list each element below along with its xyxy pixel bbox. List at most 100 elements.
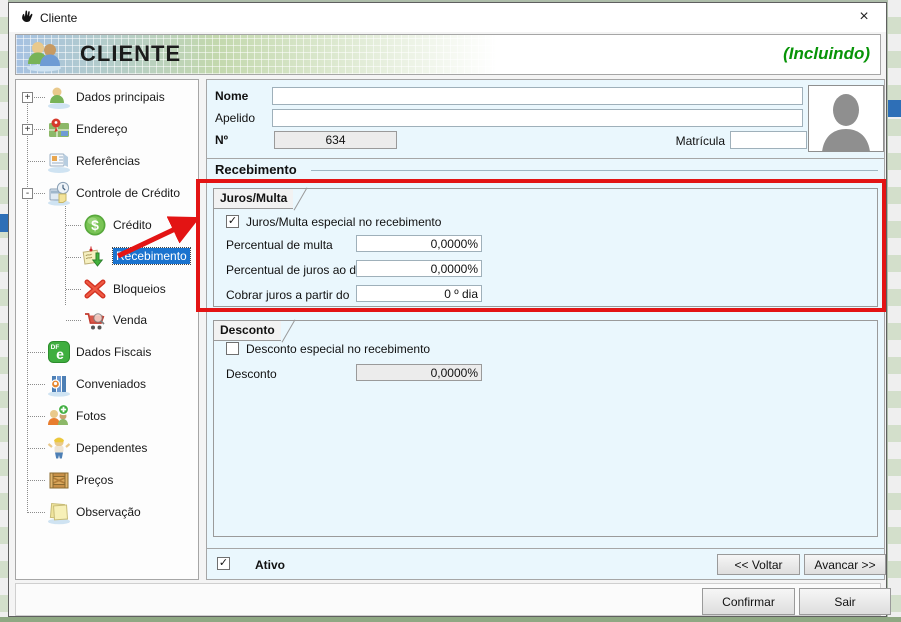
svg-text:e: e: [56, 346, 64, 362]
mode-badge: (Incluindo): [783, 44, 870, 64]
note-download-icon: [82, 244, 108, 270]
close-button[interactable]: ×: [848, 5, 880, 29]
background-app-strip: [0, 617, 901, 622]
collapse-toggle-icon[interactable]: -: [22, 188, 33, 199]
identity-form: Nome Apelido Nº Matrícula: [207, 80, 884, 159]
matricula-label: Matrícula: [659, 134, 725, 148]
sidebar-item-recebimento[interactable]: Recebimento: [16, 241, 198, 273]
avatar-silhouette-icon: [809, 86, 883, 151]
sidebar-item-bloqueios[interactable]: Bloqueios: [16, 273, 198, 305]
cobrar-juros-input[interactable]: [356, 285, 482, 302]
sidebar-item-label: Preços: [76, 473, 113, 487]
sidebar-item-observacao[interactable]: Observação: [16, 496, 198, 528]
sidebar-item-endereco[interactable]: + Endereço: [16, 113, 198, 145]
page-title: CLIENTE: [80, 41, 181, 67]
red-x-icon: [82, 276, 108, 302]
sidebar-item-dados-principais[interactable]: + Dados principais: [16, 81, 198, 113]
matricula-input[interactable]: [730, 131, 807, 149]
numero-field: [274, 131, 397, 149]
nome-label: Nome: [215, 89, 248, 103]
expand-toggle-icon[interactable]: +: [22, 92, 33, 103]
map-icon: [46, 116, 72, 142]
sidebar-item-label: Referências: [76, 154, 140, 168]
hand-icon: [19, 9, 35, 30]
expand-toggle-icon[interactable]: +: [22, 124, 33, 135]
books-icon: [46, 371, 72, 397]
desconto-tab: Desconto: [213, 320, 281, 341]
desconto-label: Desconto: [226, 367, 277, 381]
sidebar-item-label: Dados principais: [76, 90, 165, 104]
nome-input[interactable]: [272, 87, 803, 105]
footer-bar: Confirmar Sair: [15, 583, 881, 616]
dfe-icon: DFe: [46, 339, 72, 365]
juros-checkbox[interactable]: ✓: [226, 215, 239, 228]
background-app-strip: [0, 0, 8, 622]
sidebar-tree: + Dados principais + Endereço Ref: [15, 79, 199, 580]
multa-input[interactable]: [356, 235, 482, 252]
ativo-label: Ativo: [255, 558, 285, 572]
notes-icon: [46, 499, 72, 525]
juros-dia-input[interactable]: [356, 260, 482, 277]
sidebar-item-label: Crédito: [113, 218, 152, 232]
cliente-window: Cliente × CLIENTE (Incluindo): [8, 2, 887, 617]
avancar-button[interactable]: Avancar >>: [804, 554, 886, 575]
svg-text:$: $: [91, 217, 99, 233]
header-banner: CLIENTE (Incluindo): [15, 34, 881, 75]
sidebar-item-dependentes[interactable]: Dependentes: [16, 432, 198, 464]
apelido-input[interactable]: [272, 109, 803, 127]
sidebar-item-dados-fiscais[interactable]: DFe Dados Fiscais: [16, 336, 198, 368]
add-people-icon: [46, 403, 72, 429]
multa-label: Percentual de multa: [226, 238, 333, 252]
check-icon: ✓: [228, 215, 237, 227]
apelido-label: Apelido: [215, 111, 255, 125]
sidebar-item-label: Dependentes: [76, 441, 147, 455]
sidebar-item-fotos[interactable]: Fotos: [16, 400, 198, 432]
references-icon: [46, 148, 72, 174]
child-icon: [46, 435, 72, 461]
cobrar-juros-label: Cobrar juros a partir do: [226, 288, 349, 302]
desconto-input: [356, 364, 482, 381]
sidebar-item-referencias[interactable]: Referências: [16, 145, 198, 177]
desconto-checkbox[interactable]: [226, 342, 239, 355]
sidebar-item-label: Endereço: [76, 122, 127, 136]
credit-control-icon: [46, 180, 72, 206]
nav-strip: ✓ Ativo << Voltar Avancar >>: [207, 548, 884, 580]
background-app-strip: [888, 0, 901, 622]
titlebar: Cliente ×: [9, 3, 886, 32]
sidebar-item-venda[interactable]: Venda: [16, 304, 198, 336]
numero-label: Nº: [215, 133, 228, 147]
sidebar-item-credito[interactable]: $ Crédito: [16, 209, 198, 241]
juros-multa-tab: Juros/Multa: [213, 188, 293, 209]
confirmar-button[interactable]: Confirmar: [702, 588, 795, 615]
background-selected-row: [0, 214, 8, 232]
sidebar-item-label: Fotos: [76, 409, 106, 423]
sidebar-item-label: Bloqueios: [113, 282, 166, 296]
section-title: Recebimento: [215, 162, 297, 177]
sidebar-item-label-selected: Recebimento: [113, 248, 190, 264]
ativo-checkbox[interactable]: ✓: [217, 557, 230, 570]
sair-button[interactable]: Sair: [799, 588, 891, 615]
clients-icon: [24, 39, 64, 77]
person-icon: [46, 84, 72, 110]
desconto-checkbox-label: Desconto especial no recebimento: [246, 342, 430, 356]
sidebar-item-controle-credito[interactable]: - Controle de Crédito: [16, 177, 198, 209]
photo-placeholder: [808, 85, 884, 152]
crate-icon: [46, 467, 72, 493]
screen: Cliente × CLIENTE (Incluindo): [0, 0, 901, 622]
voltar-button[interactable]: << Voltar: [717, 554, 800, 575]
sidebar-item-precos[interactable]: Preços: [16, 464, 198, 496]
sidebar-item-label: Controle de Crédito: [76, 186, 180, 200]
cart-icon: [82, 307, 108, 333]
background-selected-row: [888, 100, 901, 117]
section-divider: [311, 170, 878, 171]
dollar-icon: $: [82, 212, 108, 238]
sidebar-item-label: Observação: [76, 505, 141, 519]
desconto-group: Desconto Desconto especial no recebiment…: [213, 320, 878, 537]
sidebar-item-label: Venda: [113, 313, 147, 327]
window-title: Cliente: [40, 11, 77, 25]
sidebar-item-label: Conveniados: [76, 377, 146, 391]
sidebar-item-conveniados[interactable]: Conveniados: [16, 368, 198, 400]
juros-dia-label: Percentual de juros ao dia: [226, 263, 365, 277]
juros-checkbox-label: Juros/Multa especial no recebimento: [246, 215, 441, 229]
check-icon: ✓: [219, 557, 228, 569]
